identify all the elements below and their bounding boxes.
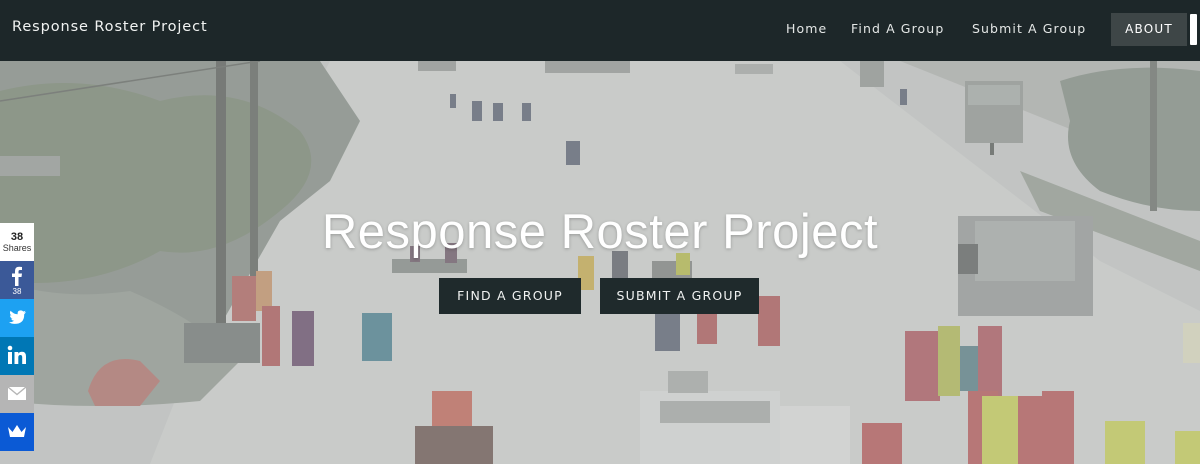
social-share-bar: 38 Shares 38 <box>0 223 34 451</box>
find-a-group-button[interactable]: FIND A GROUP <box>439 278 581 314</box>
crown-share-button[interactable] <box>0 413 34 451</box>
facebook-share-count: 38 <box>12 287 22 296</box>
submit-a-group-button[interactable]: SUBMIT A GROUP <box>600 278 759 314</box>
brand-title[interactable]: Response Roster Project <box>12 19 208 35</box>
linkedin-icon <box>7 345 26 364</box>
share-count-label: Shares <box>2 243 32 253</box>
navbar: Response Roster Project Home Find A Grou… <box>0 0 1200 61</box>
linkedin-share-button[interactable] <box>0 337 34 375</box>
crown-icon <box>8 425 26 437</box>
hero-section: Response Roster Project FIND A GROUP SUB… <box>0 61 1200 464</box>
twitter-share-button[interactable] <box>0 299 34 337</box>
facebook-share-button[interactable]: 38 <box>0 261 34 299</box>
twitter-icon <box>9 310 26 324</box>
email-icon <box>7 386 27 400</box>
nav-about-button[interactable]: ABOUT <box>1111 13 1187 46</box>
hero-title: Response Roster Project <box>321 205 879 259</box>
share-count-number: 38 <box>10 231 24 243</box>
nav-link-home[interactable]: Home <box>786 21 827 36</box>
share-count: 38 Shares <box>0 223 34 261</box>
nav-link-find-a-group[interactable]: Find A Group <box>851 21 944 36</box>
hero-background-image <box>0 61 1200 464</box>
nav-scroll-indicator[interactable] <box>1190 14 1197 45</box>
nav-link-submit-a-group[interactable]: Submit A Group <box>972 21 1086 36</box>
email-share-button[interactable] <box>0 375 34 413</box>
